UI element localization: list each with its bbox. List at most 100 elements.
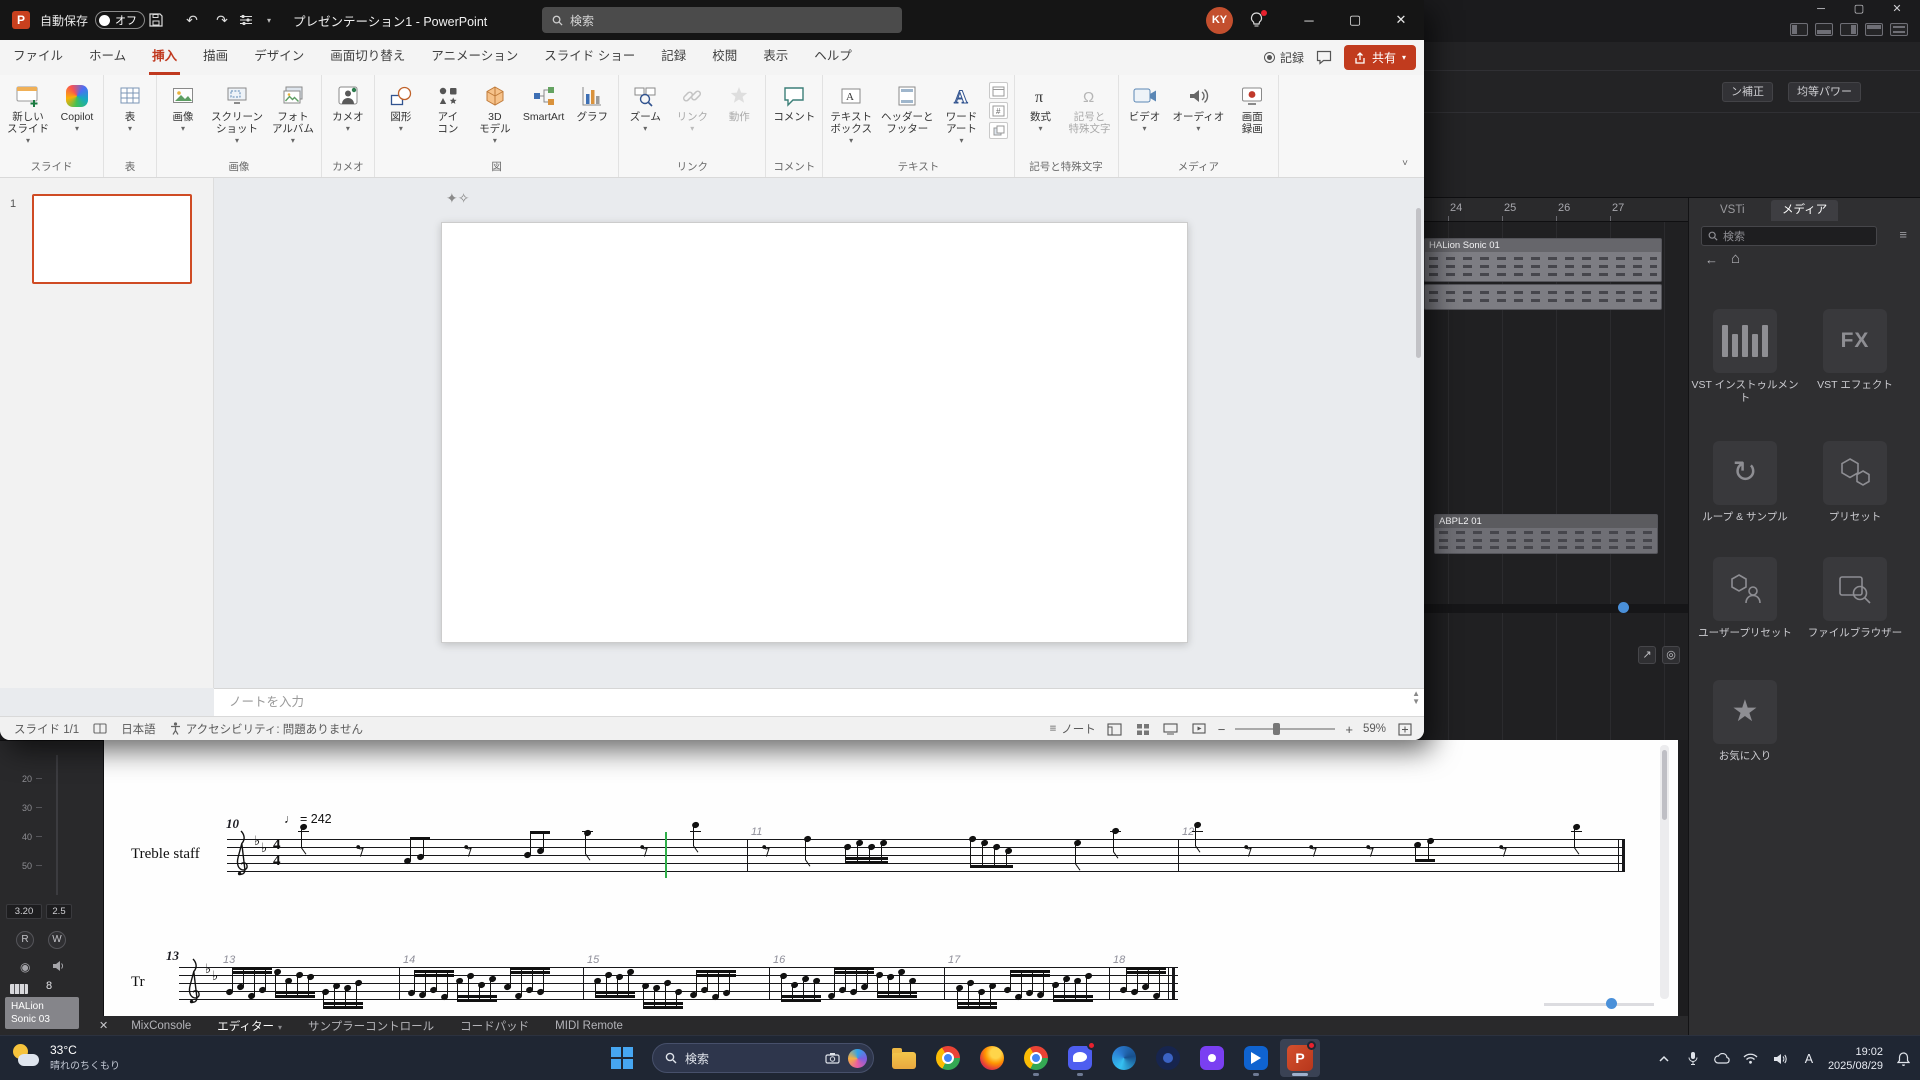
export-range-icon[interactable]: ↗ xyxy=(1638,646,1656,664)
file-browser-tile[interactable] xyxy=(1823,557,1887,621)
media-tab-media[interactable]: メディア xyxy=(1771,200,1838,221)
zoom-slider-knob[interactable] xyxy=(1618,602,1629,613)
presets-tile[interactable] xyxy=(1823,441,1887,505)
value-display[interactable]: 2.5 xyxy=(46,904,72,919)
loops-samples-tile[interactable]: ↻ xyxy=(1713,441,1777,505)
chevron-down-icon[interactable]: ▾ xyxy=(267,16,271,25)
workspace-layout-toggle-icon[interactable] xyxy=(1840,23,1858,36)
comments-button[interactable] xyxy=(1316,50,1332,65)
comment-button[interactable]: コメント xyxy=(769,77,819,123)
midi-clip[interactable] xyxy=(1424,284,1662,310)
notes-toggle-button[interactable]: ≡ ノート xyxy=(1050,721,1096,737)
browser-2-taskbar-button[interactable] xyxy=(1016,1039,1056,1077)
workspace-layout-toggle-icon[interactable] xyxy=(1865,23,1883,36)
copilot-button[interactable]: Copilot▾ xyxy=(54,77,100,133)
slide-sorter-view-icon[interactable] xyxy=(1134,720,1152,738)
collapse-ribbon-icon[interactable]: ˅ xyxy=(1402,158,1408,169)
accessibility-status[interactable]: アクセシビリティ: 問題ありません xyxy=(170,721,363,737)
cubase-minimize-icon[interactable]: ─ xyxy=(1802,2,1840,18)
language-indicator[interactable]: 日本語 xyxy=(121,721,156,737)
purple-app-taskbar-button[interactable] xyxy=(1192,1039,1232,1077)
slide-canvas[interactable] xyxy=(441,222,1188,643)
customize-quick-access-icon[interactable] xyxy=(239,14,265,26)
undo-icon[interactable]: ↶ xyxy=(179,12,205,29)
screen-record-button[interactable]: 画面 録画 xyxy=(1229,77,1275,135)
chart-button[interactable]: グラフ xyxy=(569,77,615,123)
taskbar-search-box[interactable]: 検索 xyxy=(652,1043,874,1073)
midi-clip[interactable]: ABPL2 01 xyxy=(1434,514,1658,554)
video-button[interactable]: ビデオ▾ xyxy=(1122,77,1168,133)
avatar[interactable]: KY xyxy=(1206,7,1233,34)
cubase-maximize-icon[interactable]: ▢ xyxy=(1840,2,1878,18)
table-button[interactable]: 表▾ xyxy=(107,77,153,133)
visual-search-camera-icon[interactable] xyxy=(825,1052,840,1064)
slide-number-button[interactable]: # xyxy=(989,102,1008,119)
notification-bell-icon[interactable] xyxy=(1892,1052,1914,1066)
menu-tab-record[interactable]: 記録 xyxy=(648,40,699,75)
arrange-area[interactable]: HALion Sonic 01 ABPL2 01 ↗ ◎ xyxy=(1424,222,1688,740)
record-button[interactable]: 記録 xyxy=(1264,49,1304,66)
object-button[interactable] xyxy=(989,122,1008,139)
save-icon[interactable] xyxy=(149,13,175,27)
shapes-button[interactable]: 図形▾ xyxy=(378,77,424,133)
3d-model-button[interactable]: 3D モデル▾ xyxy=(472,77,518,145)
lower-zone-tab-chord-pads[interactable]: コードパッド xyxy=(447,1018,542,1034)
file-explorer-taskbar-button[interactable] xyxy=(884,1039,924,1077)
chevron-up-icon[interactable] xyxy=(1654,1047,1674,1071)
write-automation-button[interactable]: W xyxy=(48,931,66,949)
menu-tab-draw[interactable]: 描画 xyxy=(190,40,241,75)
slideshow-view-icon[interactable] xyxy=(1190,720,1208,738)
share-button[interactable]: 共有 ▾ xyxy=(1344,45,1416,70)
lightbulb-icon[interactable] xyxy=(1249,12,1264,28)
user-presets-tile[interactable] xyxy=(1713,557,1777,621)
taskbar-clock[interactable]: 19:02 2025/08/29 xyxy=(1828,1045,1883,1073)
menu-tab-design[interactable]: デザイン xyxy=(241,40,317,75)
media-search-input[interactable]: 検索 xyxy=(1701,226,1877,246)
lower-zone-tab-editor[interactable]: エディター▾ xyxy=(204,1018,295,1034)
fit-slide-to-window-icon[interactable] xyxy=(1396,720,1414,738)
messenger-taskbar-button[interactable] xyxy=(1060,1039,1100,1077)
notes-scroll-arrows[interactable]: ▲▼ xyxy=(1412,690,1420,706)
menu-tab-help[interactable]: ヘルプ xyxy=(801,40,865,75)
dark-blue-app-taskbar-button[interactable] xyxy=(1148,1039,1188,1077)
cubase-close-icon[interactable]: ✕ xyxy=(1878,2,1916,18)
workspace-layout-toggle-icon[interactable] xyxy=(1815,23,1833,36)
cloud-icon[interactable] xyxy=(1712,1047,1732,1071)
home-icon[interactable]: ⌂ xyxy=(1731,250,1740,267)
smartart-button[interactable]: SmartArt xyxy=(519,77,568,123)
volume-icon[interactable] xyxy=(1770,1047,1790,1071)
start-button[interactable] xyxy=(602,1039,642,1077)
lower-zone-tab-sampler-control[interactable]: サンプラーコントロール xyxy=(295,1018,447,1034)
media-tab-vsti[interactable]: VSTi xyxy=(1709,200,1756,221)
menu-tab-home[interactable]: ホーム xyxy=(76,40,139,75)
score-zoom-slider[interactable] xyxy=(1544,1003,1654,1006)
reading-view-icon[interactable] xyxy=(1162,720,1180,738)
canvas-scrollbar[interactable] xyxy=(1416,208,1421,358)
photo-album-button[interactable]: フォト アルバム▾ xyxy=(268,77,318,145)
score-editor[interactable]: 10 ♩ = 242 Treble staff 13 Tr ♭♭44♭♭1112… xyxy=(104,740,1678,1016)
display-settings-icon[interactable] xyxy=(93,723,107,734)
zoom-in-button[interactable]: + xyxy=(1345,722,1353,737)
autosave-toggle[interactable]: オフ xyxy=(95,11,145,29)
mic-icon[interactable] xyxy=(1683,1047,1703,1071)
lower-zone-tab-mixconsole[interactable]: MixConsole xyxy=(118,1020,204,1032)
slide-thumbnail[interactable] xyxy=(32,194,192,284)
vst-effect-tile[interactable]: FX xyxy=(1823,309,1887,373)
toolbar-option-button[interactable]: 均等パワー xyxy=(1788,82,1861,102)
icons-button[interactable]: アイ コン xyxy=(425,77,471,135)
scrollbar-thumb[interactable] xyxy=(1662,750,1667,820)
zoom-slider-knob[interactable] xyxy=(1273,723,1280,735)
new-slide-button[interactable]: 新しい スライド▾ xyxy=(3,77,53,145)
maximize-icon[interactable]: ▢ xyxy=(1332,0,1378,40)
wordart-button[interactable]: Aワード アート▾ xyxy=(939,77,985,145)
zoom-button[interactable]: ズーム▾ xyxy=(622,77,668,133)
designer-sparkle-icon[interactable]: ✦✧ xyxy=(446,190,469,207)
powerpoint-taskbar-button[interactable]: P xyxy=(1280,1039,1320,1077)
zoom-level[interactable]: 59% xyxy=(1363,723,1386,735)
toolbar-option-button[interactable]: ン補正 xyxy=(1722,82,1773,102)
minimize-icon[interactable]: ─ xyxy=(1286,0,1332,40)
monitor-icon[interactable] xyxy=(52,960,65,972)
zoom-slider[interactable] xyxy=(1235,728,1335,730)
blue-app-taskbar-button[interactable] xyxy=(1236,1039,1276,1077)
read-automation-button[interactable]: R xyxy=(16,931,34,949)
